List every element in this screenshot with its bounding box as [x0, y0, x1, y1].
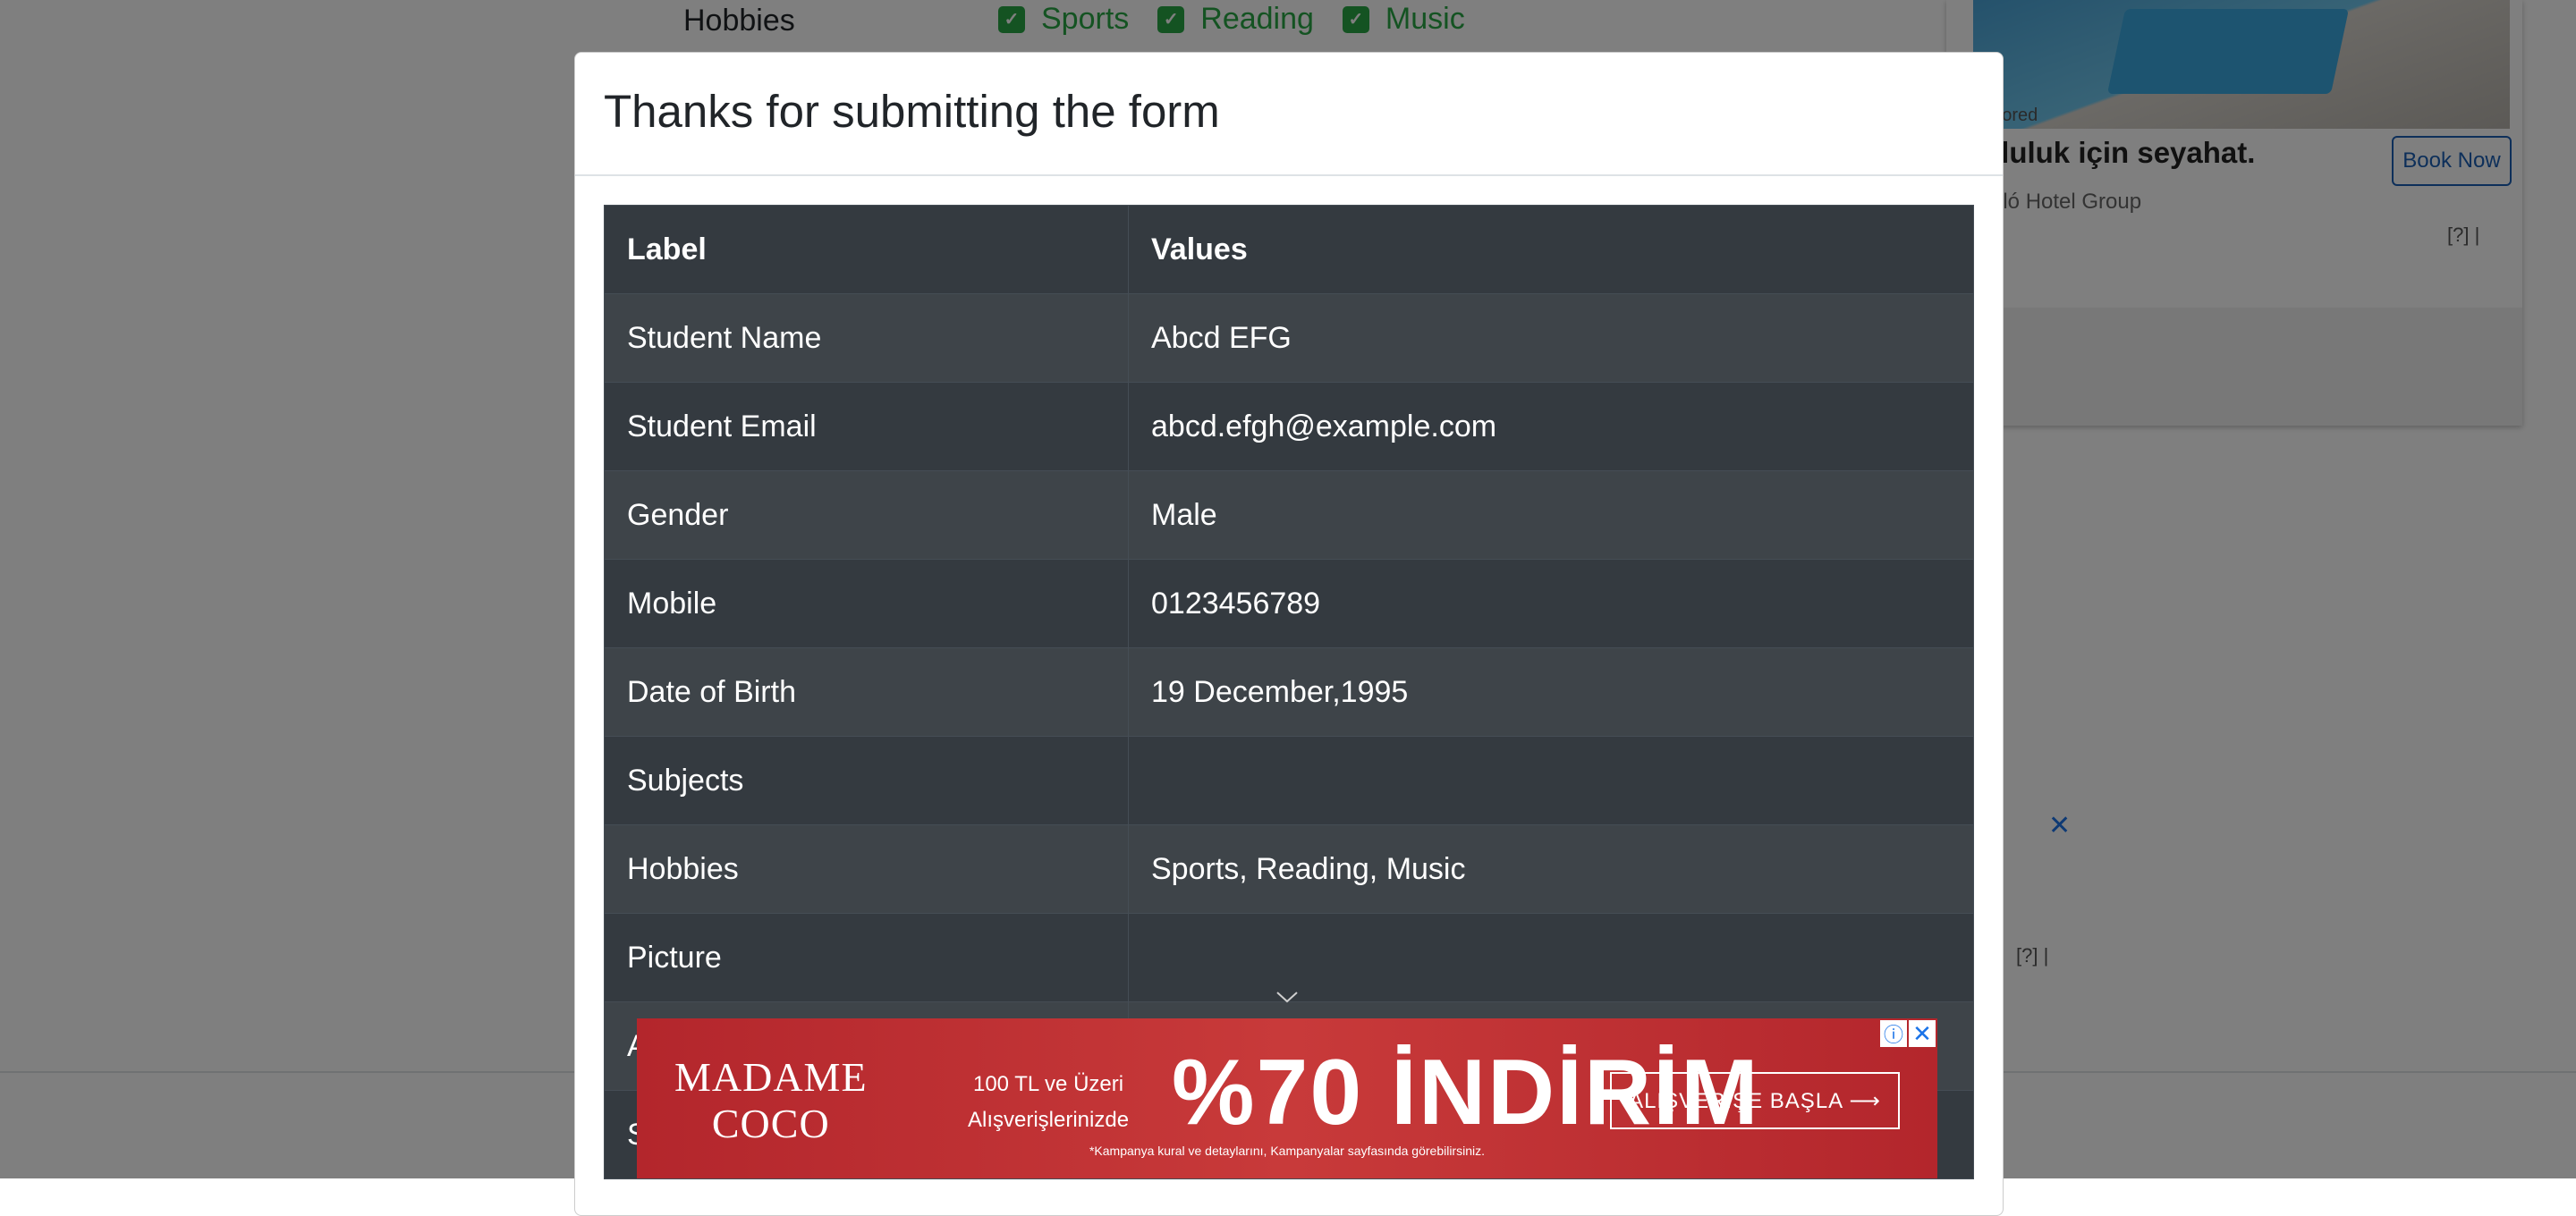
table-row: Subjects [604, 736, 1974, 825]
ad-promo-text: 100 TL ve Üzeri Alışverişlerinizde [968, 1072, 1130, 1132]
ad-brand-logo: MADAME COCO [674, 1054, 868, 1146]
ad-info-icon[interactable]: ⓘ [1880, 1020, 1907, 1047]
row-value: Sports, Reading, Music [1128, 824, 1974, 914]
ad-shop-now-button[interactable]: ALIŞVERİŞE BAŞLA ⟶ [1610, 1072, 1900, 1129]
row-label: Date of Birth [604, 647, 1129, 737]
row-label: Hobbies [604, 824, 1129, 914]
row-label: Gender [604, 470, 1129, 560]
table-row: Student Name Abcd EFG [604, 293, 1974, 383]
row-value [1128, 913, 1974, 1002]
row-value: abcd.efgh@example.com [1128, 382, 1974, 471]
table-row: Gender Male [604, 470, 1974, 560]
table-row: Student Email abcd.efgh@example.com [604, 382, 1974, 471]
table-row: Date of Birth 19 December,1995 [604, 647, 1974, 737]
row-value: Abcd EFG [1128, 293, 1974, 383]
row-value: Male [1128, 470, 1974, 560]
row-value [1128, 736, 1974, 825]
row-label: Mobile [604, 559, 1129, 648]
row-value: 19 December,1995 [1128, 647, 1974, 737]
row-label: Student Name [604, 293, 1129, 383]
table-row: Hobbies Sports, Reading, Music [604, 824, 1974, 914]
row-label: Subjects [604, 736, 1129, 825]
table-row: Mobile 0123456789 [604, 559, 1974, 648]
row-label: Picture [604, 913, 1129, 1002]
modal-title: Thanks for submitting the form [604, 86, 1220, 137]
ad-fine-print: *Kampanya kural ve detaylarını, Kampanya… [1089, 1144, 1485, 1158]
modal-header: Thanks for submitting the form [575, 53, 2003, 176]
ad-close-icon[interactable]: ✕ [1909, 1020, 1936, 1047]
row-label: Student Email [604, 382, 1129, 471]
table-header-row: Label Values [604, 205, 1974, 294]
column-header-label: Label [604, 205, 1129, 294]
row-value: 0123456789 [1128, 559, 1974, 648]
banner-ad[interactable]: MADAME COCO 100 TL ve Üzeri Alışverişler… [637, 1018, 1937, 1178]
chevron-down-icon[interactable] [1274, 984, 1301, 1010]
column-header-values: Values [1128, 205, 1974, 294]
